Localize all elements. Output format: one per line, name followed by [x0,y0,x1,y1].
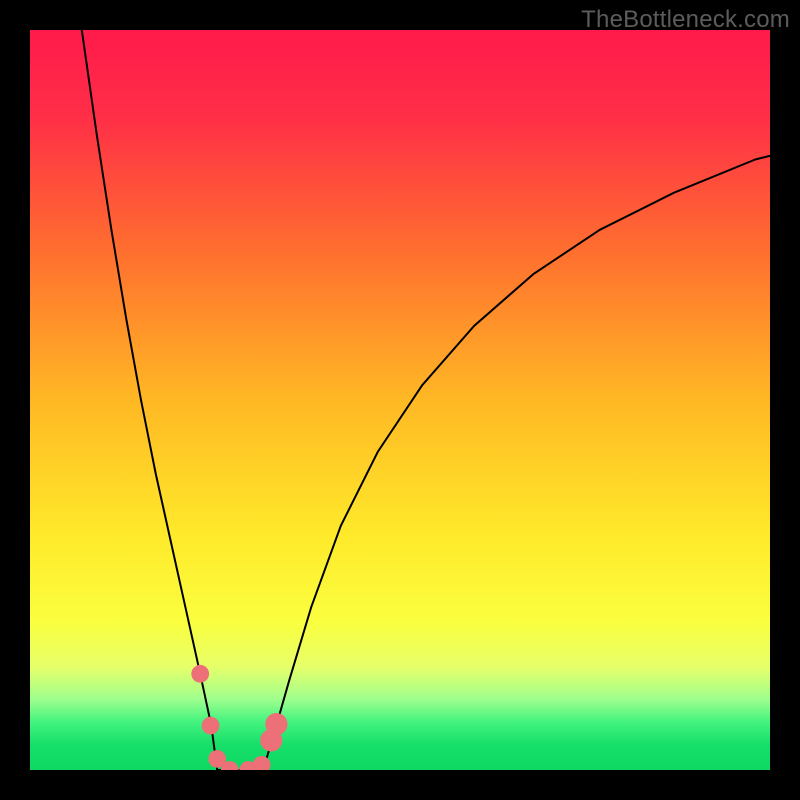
data-marker [265,713,287,735]
data-marker [253,756,271,770]
plot-area [30,30,770,770]
data-marker [202,717,220,735]
chart-frame: TheBottleneck.com [0,0,800,800]
watermark-text: TheBottleneck.com [581,6,790,34]
bottleneck-curve [30,30,770,770]
data-marker [191,665,209,683]
